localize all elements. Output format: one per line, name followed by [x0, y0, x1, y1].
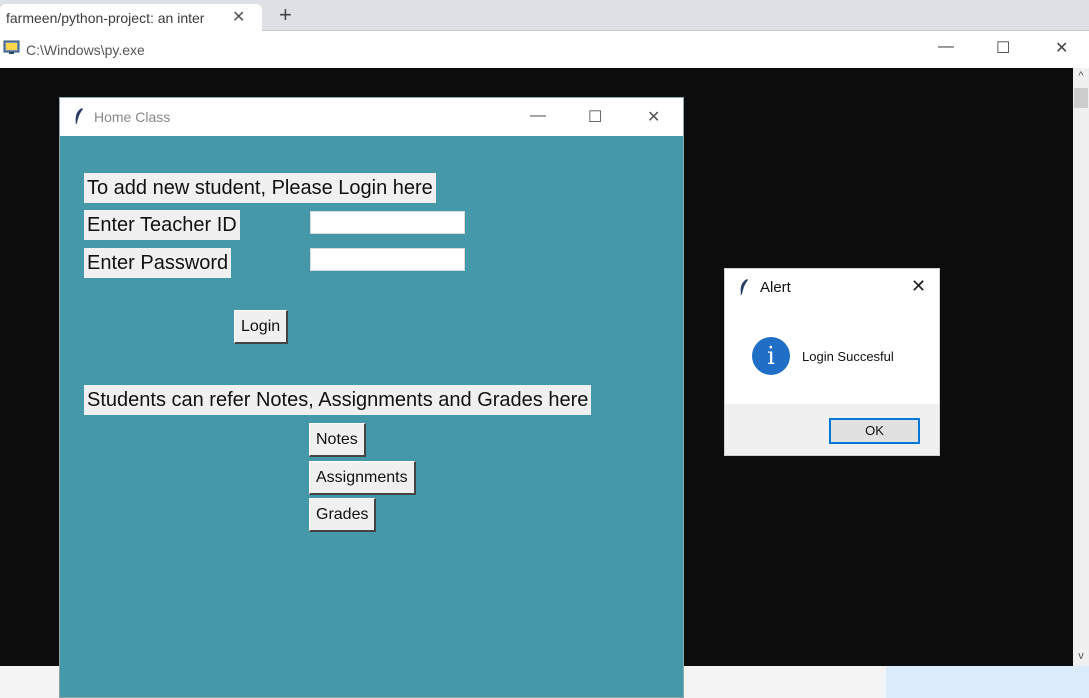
alert-dialog: Alert ✕ i Login Succesful OK	[724, 268, 940, 456]
home-minimize-button[interactable]: —	[530, 107, 546, 125]
console-close-button[interactable]: ✕	[1055, 38, 1068, 58]
python-console-icon	[3, 40, 20, 54]
notes-button[interactable]: Notes	[309, 423, 366, 457]
home-class-window: Home Class — ☐ ✕ To add new student, Ple…	[59, 97, 684, 698]
teacher-id-input[interactable]	[310, 211, 465, 234]
scrollbar-thumb[interactable]	[1074, 88, 1088, 108]
ok-button[interactable]: OK	[829, 418, 920, 444]
assignments-button[interactable]: Assignments	[309, 461, 416, 495]
login-button[interactable]: Login	[234, 310, 289, 344]
teacher-id-label: Enter Teacher ID	[84, 210, 240, 240]
grades-button[interactable]: Grades	[309, 498, 377, 532]
browser-tab-strip: farmeen/python-project: an inter ✕ +	[0, 0, 1089, 31]
home-maximize-button[interactable]: ☐	[588, 107, 602, 127]
console-minimize-button[interactable]: —	[938, 38, 954, 56]
console-titlebar: C:\Windows\py.exe — ☐ ✕	[0, 31, 1089, 68]
alert-footer: OK	[725, 404, 939, 455]
scroll-down-arrow-icon[interactable]: v	[1073, 648, 1089, 664]
password-label: Enter Password	[84, 248, 232, 278]
students-heading: Students can refer Notes, Assignments an…	[84, 385, 592, 415]
home-class-title: Home Class	[94, 109, 171, 125]
scroll-up-arrow-icon[interactable]: ^	[1073, 68, 1089, 84]
browser-tab-title: farmeen/python-project: an inter	[6, 10, 205, 26]
console-scrollbar[interactable]	[1073, 68, 1089, 666]
browser-tab[interactable]: farmeen/python-project: an inter ✕	[0, 4, 262, 31]
home-class-titlebar: Home Class — ☐ ✕	[60, 98, 683, 136]
feather-icon	[740, 279, 748, 296]
new-tab-button[interactable]: +	[279, 4, 292, 26]
console-title: C:\Windows\py.exe	[26, 42, 145, 58]
close-tab-icon[interactable]: ✕	[232, 7, 245, 27]
password-input[interactable]	[310, 248, 465, 271]
background-panel	[886, 666, 1089, 698]
login-heading: To add new student, Please Login here	[84, 173, 436, 203]
alert-close-button[interactable]: ✕	[911, 276, 926, 297]
info-icon: i	[752, 337, 790, 375]
alert-message: Login Succesful	[802, 349, 894, 364]
home-close-button[interactable]: ✕	[647, 107, 660, 127]
alert-title: Alert	[760, 279, 791, 296]
feather-icon	[75, 108, 83, 125]
console-maximize-button[interactable]: ☐	[996, 38, 1010, 58]
